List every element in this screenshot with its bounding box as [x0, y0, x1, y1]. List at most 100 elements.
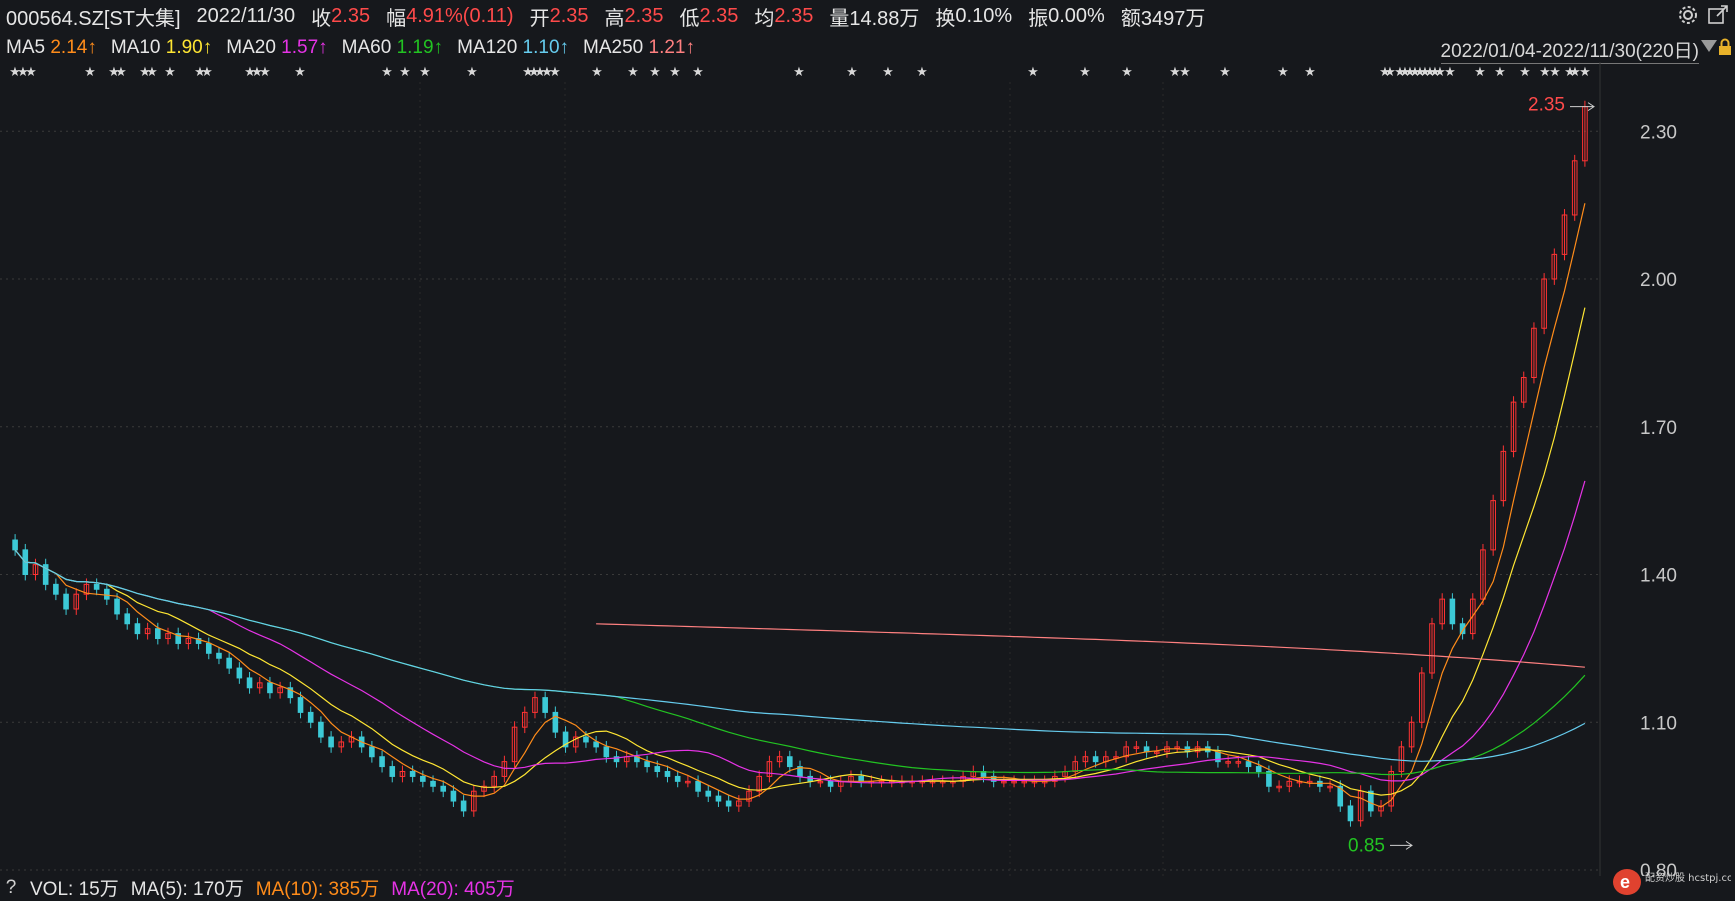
- vol-ma10: MA(10): 385万: [255, 879, 380, 900]
- candle-body: [858, 775, 864, 782]
- candle-body: [807, 775, 813, 782]
- candle-body: [236, 667, 243, 679]
- candle-body: [664, 771, 671, 777]
- watermark-text: 配资炒股 hcstpj.com: [1645, 872, 1731, 884]
- event-star-icon: ★: [1444, 65, 1456, 80]
- y-tick-label: 1.40: [1640, 566, 1677, 587]
- event-star-icon: ★: [1079, 65, 1091, 80]
- candle-body: [644, 761, 650, 768]
- candle-body: [226, 657, 232, 669]
- help-icon[interactable]: ?: [0, 877, 22, 899]
- turnover-value: 0.10%: [955, 4, 1013, 27]
- candle-body: [93, 583, 100, 590]
- ma120-line: [14, 549, 1586, 762]
- stock-code[interactable]: 000564.SZ[ST大集]: [6, 2, 181, 31]
- candle-body: [674, 775, 681, 782]
- candle-body: [705, 790, 712, 797]
- candle-body: [1245, 761, 1252, 768]
- candle-body: [205, 642, 212, 654]
- candle-body: [787, 756, 793, 768]
- change-label: 幅: [386, 7, 407, 30]
- avg-label: 均: [754, 7, 775, 30]
- volume-value: 14.88万: [849, 7, 920, 30]
- candle-body: [379, 756, 385, 768]
- event-star-icon: ★: [669, 65, 681, 80]
- candle-body: [328, 736, 334, 748]
- candle-body: [409, 771, 416, 777]
- event-star-icon: ★: [25, 65, 37, 80]
- amount-value: 3497万: [1140, 7, 1206, 30]
- open-value: 2.35: [549, 4, 589, 27]
- ma250-line: [596, 623, 1585, 668]
- ma-legend-ma250[interactable]: MA250 1.21↑: [583, 37, 695, 59]
- candle-body: [603, 746, 610, 758]
- candle-body: [267, 682, 273, 694]
- event-star-icon: ★: [1179, 65, 1191, 80]
- candle-body: [542, 697, 548, 713]
- event-star-icon: ★: [1579, 65, 1591, 80]
- dropdown-arrow-icon[interactable]: [1701, 40, 1717, 52]
- candle-body: [1449, 598, 1456, 625]
- ma-legend-ma60[interactable]: MA60 1.19↑: [342, 37, 443, 59]
- event-star-icon: ★: [1277, 65, 1289, 80]
- candle-body: [246, 677, 253, 689]
- event-star-icon: ★: [1121, 65, 1133, 80]
- volume-label: 量: [829, 7, 850, 30]
- event-star-icon: ★: [146, 65, 158, 80]
- kline-chart[interactable]: 2.302.001.701.401.100.80★★★ ★ ★★ ★★ ★ ★★ ★★★ ★ ★…: [0, 62, 1735, 876]
- candle-body: [114, 598, 120, 615]
- max-arrow-icon: [1570, 102, 1595, 112]
- candle-body: [654, 766, 661, 773]
- ma-legend-ma20[interactable]: MA20 1.57↑: [226, 37, 327, 59]
- y-tick-label: 1.10: [1640, 713, 1677, 734]
- event-star-icon: ★: [1474, 65, 1486, 80]
- event-star-icon: ★: [1549, 65, 1561, 80]
- low-label: 低: [679, 7, 700, 30]
- ma-label: MA5: [6, 37, 51, 58]
- ma20-line: [14, 480, 1586, 784]
- ma5-line: [14, 203, 1586, 808]
- ma-legend-ma120[interactable]: MA120 1.10↑: [457, 37, 569, 59]
- candle-body: [420, 775, 426, 782]
- ma-legend-ma5[interactable]: MA5 2.14↑: [6, 37, 97, 59]
- exit-fullscreen-icon[interactable]: [1707, 4, 1729, 26]
- event-star-icon: ★: [164, 65, 176, 80]
- open-label: 开: [529, 7, 550, 30]
- candle-body: [307, 711, 314, 723]
- settings-icon[interactable]: [1677, 4, 1699, 26]
- high-value: 2.35: [624, 4, 664, 27]
- candle-body: [715, 795, 722, 802]
- vol-value: VOL: 15万: [30, 879, 119, 900]
- event-star-icon: ★: [259, 65, 271, 80]
- date-range-selector[interactable]: 2022/01/04-2022/11/30(220日): [1440, 36, 1699, 64]
- ma-value: 1.57↑: [281, 37, 328, 58]
- high-label: 高: [604, 7, 625, 30]
- candle-body: [104, 588, 110, 600]
- event-star-icon: ★: [1304, 65, 1316, 80]
- event-star-icon: ★: [627, 65, 639, 80]
- ma60-line: [14, 549, 1586, 776]
- ma-legend-ma10[interactable]: MA10 1.90↑: [111, 37, 212, 59]
- candle-body: [1255, 766, 1262, 773]
- candle-body: [124, 613, 131, 625]
- ma-value: 1.90↑: [165, 37, 213, 58]
- candle-body: [216, 652, 222, 659]
- max-price-label: 2.35: [1528, 95, 1565, 116]
- event-star-icon: ★: [649, 65, 661, 80]
- watermark-logo: e 配资炒股 hcstpj.com: [1613, 869, 1731, 895]
- candle-body: [134, 623, 141, 635]
- quote-date: 2022/11/30: [196, 4, 296, 27]
- candle-body: [63, 593, 69, 610]
- vol-ma5: MA(5): 170万: [130, 879, 244, 900]
- candle-body: [369, 746, 375, 758]
- candle-body: [430, 780, 436, 787]
- volume-legend-bar: ? VOL: 15万 MA(5): 170万 MA(10): 385万 MA(2…: [0, 876, 1735, 901]
- ma-value: 1.21↑: [648, 37, 695, 58]
- event-star-icon: ★: [793, 65, 805, 80]
- candle-body: [827, 780, 834, 787]
- ma-label: MA20: [226, 37, 282, 58]
- ma-label: MA120: [457, 37, 523, 58]
- candle-body: [460, 800, 467, 812]
- y-tick-label: 2.00: [1640, 270, 1677, 291]
- lock-icon[interactable]: [1717, 38, 1733, 56]
